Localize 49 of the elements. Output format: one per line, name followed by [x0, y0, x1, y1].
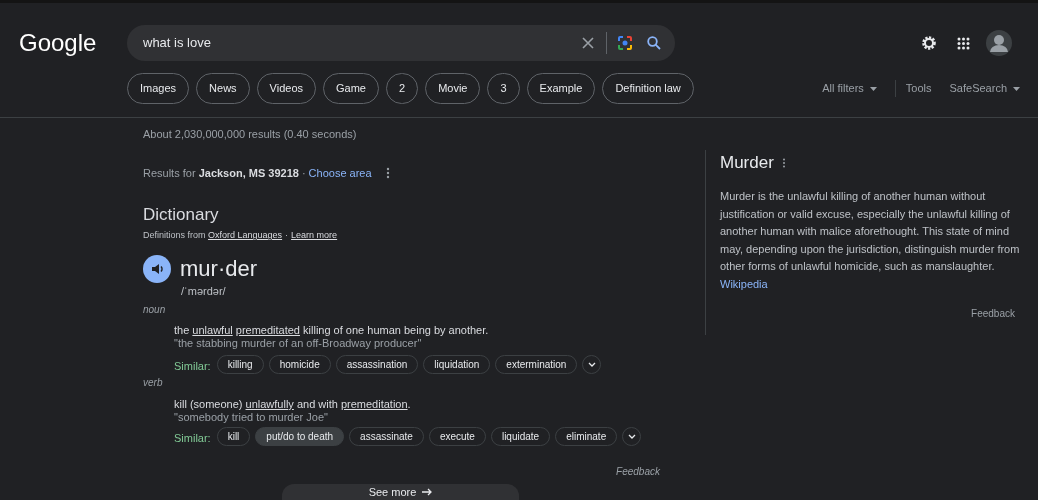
- word-link[interactable]: premeditation: [340, 398, 408, 410]
- example-sentence: "the stabbing murder of an off-Broadway producer": [174, 337, 422, 350]
- filter-tool[interactable]: SafeSearch: [949, 80, 1020, 97]
- search-input: what is love: [143, 35, 582, 51]
- pronunciation: /ˈmərdər/: [181, 285, 226, 298]
- synonym-chip[interactable]: put/do to death: [255, 427, 345, 446]
- similar-label: Similar:: [174, 360, 211, 373]
- camera-lens-icon[interactable]: [617, 35, 633, 51]
- search-field[interactable]: what is love: [127, 25, 675, 61]
- dictionary-heading: Dictionary: [143, 205, 219, 225]
- google-logo[interactable]: Google: [19, 29, 127, 57]
- word-link[interactable]: unlawful: [192, 324, 233, 336]
- definition: kill (someone) unlawfully and with premeditation.: [174, 398, 411, 411]
- word-link[interactable]: premeditated: [235, 324, 300, 336]
- see-more-button[interactable]: See more: [282, 484, 519, 500]
- more-options-icon[interactable]: [385, 167, 390, 179]
- feedback-link[interactable]: Feedback: [616, 466, 660, 478]
- settings-icon[interactable]: [920, 34, 938, 52]
- chevron-down-icon: [587, 362, 596, 367]
- panel-description: Murder is the unlawful killing of another human without justification or valid excuse, especially the unlawful killing of another human with malice aforethought. This state of mind may, depending upon the jurisdiction, distinguish murder from other forms of unlawful homicide, such as manslaughter. Wikipedia: [720, 189, 1020, 292]
- learn-more-link[interactable]: Learn more: [291, 229, 338, 243]
- part-of-speech: noun: [143, 304, 166, 316]
- avatar-icon[interactable]: [986, 30, 1012, 56]
- panel-title: Murder: [720, 153, 774, 173]
- source-label: Definitions from: [143, 229, 207, 243]
- oxford-link[interactable]: Oxford Languages: [208, 229, 283, 243]
- chevron-down-icon: [627, 434, 636, 439]
- more-options-icon[interactable]: [781, 158, 786, 168]
- apps-grid-icon[interactable]: [957, 36, 970, 50]
- similar-label: Similar:: [174, 432, 211, 445]
- definition: the unlawful premeditated killing of one human being by another.: [174, 324, 489, 337]
- separator-dot: ·: [285, 229, 289, 243]
- location-text: Results for Jackson, MS 39218: [143, 165, 299, 181]
- word-link[interactable]: unlawfully: [245, 398, 294, 410]
- example-sentence: "somebody tried to murder Joe": [174, 411, 328, 424]
- arrow-right-icon: [422, 488, 433, 496]
- choose-area-link[interactable]: Choose area: [308, 164, 372, 182]
- filter-tool[interactable]: All filters: [822, 80, 877, 97]
- part-of-speech: verb: [143, 377, 163, 389]
- wikipedia-link[interactable]: Wikipedia: [720, 277, 768, 290]
- speaker-icon: [150, 263, 164, 275]
- search-icon[interactable]: [647, 36, 661, 50]
- close-icon[interactable]: [582, 37, 594, 49]
- speaker-button[interactable]: [143, 255, 171, 283]
- feedback-link[interactable]: Feedback: [971, 307, 1015, 320]
- filter-tool[interactable]: Tools: [894, 80, 932, 97]
- separator-dot: ·: [301, 165, 306, 181]
- results-count: About 2,030,000,000 results (0.40 seconds): [143, 127, 357, 142]
- headword: mur·der: [180, 256, 257, 282]
